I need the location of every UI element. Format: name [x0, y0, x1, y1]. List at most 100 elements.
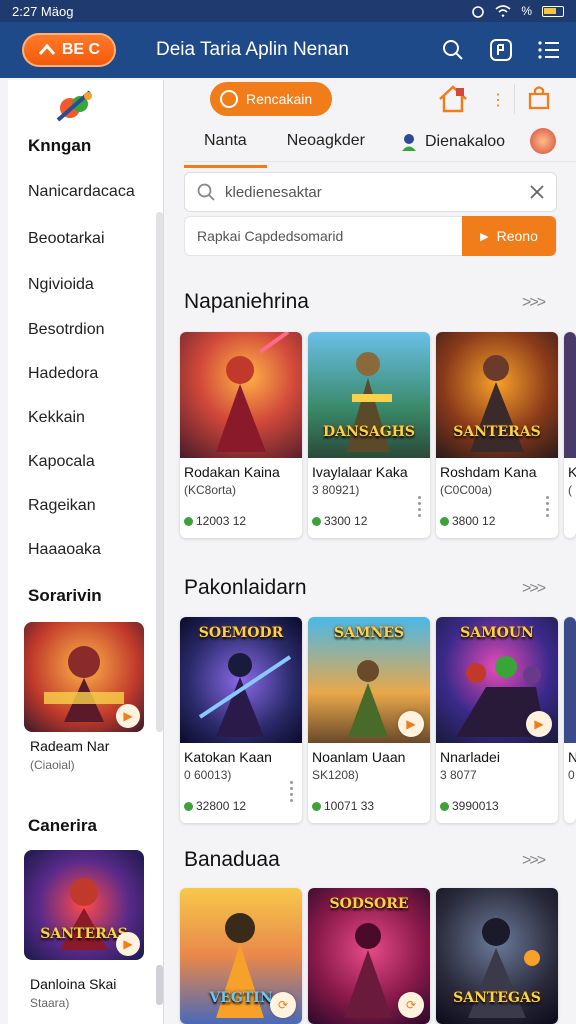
- sidebar-item[interactable]: Rageikan: [28, 497, 96, 515]
- card-stat-value: 3990013: [452, 799, 499, 813]
- card-subtitle: 3 8077: [440, 768, 477, 782]
- game-art: SAMNES ▶: [308, 617, 430, 743]
- game-art: [564, 617, 576, 743]
- sidebar-game-card[interactable]: SANTERAS ▶: [24, 850, 144, 960]
- tab-nanta[interactable]: Nanta: [184, 128, 267, 168]
- brand-logo-button[interactable]: BE C: [22, 33, 116, 67]
- card-stat: 3800 12: [440, 514, 495, 528]
- card-art-label: SOEMODR: [198, 625, 284, 641]
- promo-button-label: Reono: [496, 228, 538, 244]
- tab-dienakaloo[interactable]: Dienakaloo: [385, 128, 525, 162]
- section-more-link[interactable]: >>>: [522, 580, 546, 598]
- menu-icon[interactable]: [536, 37, 562, 63]
- recommend-chip[interactable]: Rencakain: [210, 82, 332, 116]
- home-icon[interactable]: [436, 82, 470, 116]
- play-icon[interactable]: ▶: [116, 704, 140, 728]
- brand-label: BE C: [61, 41, 101, 58]
- sidebar-card-title: Radeam Nar: [30, 738, 110, 754]
- search-field[interactable]: kledienesaktar: [184, 172, 557, 212]
- game-card[interactable]: SAMNES ▶ Noanlam Uaan SK1208) 10071 33: [308, 617, 430, 823]
- card-stat-value: 3800 12: [452, 514, 496, 528]
- sidebar-game-card[interactable]: ▶: [24, 622, 144, 732]
- game-card[interactable]: SANTERAS Roshdam Kana (C0C00a) 3800 12: [436, 332, 558, 538]
- section-more-link[interactable]: >>>: [522, 852, 546, 870]
- search-input[interactable]: kledienesaktar: [225, 184, 520, 201]
- game-art: SOEMODR: [180, 617, 302, 743]
- wifi-icon: [495, 5, 511, 17]
- tab-switcher-icon[interactable]: [488, 37, 514, 63]
- chip-label: Rencakain: [246, 91, 313, 107]
- game-logo-icon: [56, 90, 92, 122]
- game-card[interactable]: VEGTIN ⟳: [180, 888, 302, 1024]
- online-dot: [312, 516, 321, 526]
- sidebar-item[interactable]: Kapocala: [28, 453, 95, 471]
- search-icon[interactable]: [440, 37, 466, 63]
- play-icon[interactable]: ▶: [398, 711, 424, 737]
- game-card[interactable]: SAMOUN ▶ Nnarladei 3 8077 3990013: [436, 617, 558, 823]
- card-art-label: SAMNES: [333, 625, 405, 641]
- battery-icon: [542, 5, 564, 17]
- tab-neoagkder[interactable]: Neoagkder: [267, 128, 385, 162]
- section-more-link[interactable]: >>>: [522, 294, 546, 312]
- card-title: K: [568, 464, 576, 480]
- game-art: SAMOUN ▶: [436, 617, 558, 743]
- game-card[interactable]: N 0: [564, 617, 576, 823]
- sidebar-card-title: Danloina Skai: [30, 976, 117, 992]
- sidebar-item[interactable]: Hadedora: [28, 365, 98, 383]
- play-icon[interactable]: ▶: [526, 711, 552, 737]
- section-title: Napaniehrina: [184, 290, 309, 313]
- bag-icon[interactable]: [526, 84, 552, 110]
- avatar[interactable]: [530, 128, 556, 154]
- online-dot: [184, 516, 193, 526]
- sidebar-item[interactable]: Nanicardacaca: [28, 183, 135, 201]
- sidebar-scrollbar-thumb[interactable]: [156, 965, 163, 1005]
- sidebar-item[interactable]: Kekkain: [28, 409, 85, 427]
- play-icon[interactable]: ⟳: [398, 992, 424, 1018]
- signal-icon: %: [521, 4, 532, 18]
- online-dot: [440, 801, 449, 811]
- chip-icon: [220, 90, 238, 108]
- more-icon[interactable]: [418, 496, 422, 517]
- more-icon[interactable]: ⋮: [490, 90, 506, 110]
- more-icon[interactable]: [290, 781, 294, 802]
- card-title: Katokan Kaan: [184, 749, 272, 765]
- game-card[interactable]: DANSAGHS Ivaylalaar Kaka 3 80921) 3300 1…: [308, 332, 430, 538]
- alarm-icon: [472, 6, 485, 18]
- close-icon[interactable]: [530, 185, 544, 199]
- sidebar-heading: Knngan: [28, 136, 92, 155]
- game-art: SANTERAS: [436, 332, 558, 458]
- card-stat: 10071 33: [312, 799, 374, 813]
- game-card[interactable]: SOEMODR Katokan Kaan 0 60013) 32800 12: [180, 617, 302, 823]
- card-title: Nnarladei: [440, 749, 500, 765]
- card-subtitle: (: [568, 483, 572, 497]
- game-card[interactable]: K (: [564, 332, 576, 538]
- sidebar-scrollbar[interactable]: [156, 212, 163, 732]
- play-icon[interactable]: ▶: [116, 932, 140, 956]
- card-stat-value: 32800 12: [196, 799, 247, 813]
- card-subtitle: 0 60013): [184, 768, 232, 782]
- promo-bar: Rapkai Capdedsomarid ▶ Reono: [184, 216, 557, 256]
- promo-button[interactable]: ▶ Reono: [462, 216, 556, 256]
- card-art-label: DANSAGHS: [322, 424, 416, 440]
- tab-bar: Nanta Neoagkder Dienakaloo: [184, 128, 576, 168]
- play-icon[interactable]: ⟳: [270, 992, 296, 1018]
- sidebar-item[interactable]: Besotrdion: [28, 321, 105, 339]
- card-title: Rodakan Kaina: [184, 464, 280, 480]
- card-subtitle: 3 80921): [312, 483, 360, 497]
- arrow-logo-icon: [38, 43, 56, 55]
- online-dot: [440, 516, 449, 526]
- app-title: Deia Taria Aplin Nenan: [156, 39, 349, 60]
- sidebar-item[interactable]: Ngivioida: [28, 276, 94, 294]
- more-icon[interactable]: [546, 496, 550, 517]
- game-card[interactable]: SANTEGAS: [436, 888, 558, 1024]
- online-dot: [312, 801, 321, 811]
- main-content: Rencakain ⋮ Nanta Neoagkder Dienakaloo k…: [166, 80, 576, 1024]
- card-title: Roshdam Kana: [440, 464, 537, 480]
- sidebar-item[interactable]: Beootarkai: [28, 230, 105, 248]
- game-art: [564, 332, 576, 458]
- card-stat-value: 12003 12: [196, 514, 247, 528]
- sidebar-item[interactable]: Haaaoaka: [28, 541, 101, 559]
- game-card[interactable]: Rodakan Kaina (KC8orta) 12003 12: [180, 332, 302, 538]
- game-card[interactable]: SODSORE ⟳: [308, 888, 430, 1024]
- card-stat: 3990013: [440, 799, 499, 813]
